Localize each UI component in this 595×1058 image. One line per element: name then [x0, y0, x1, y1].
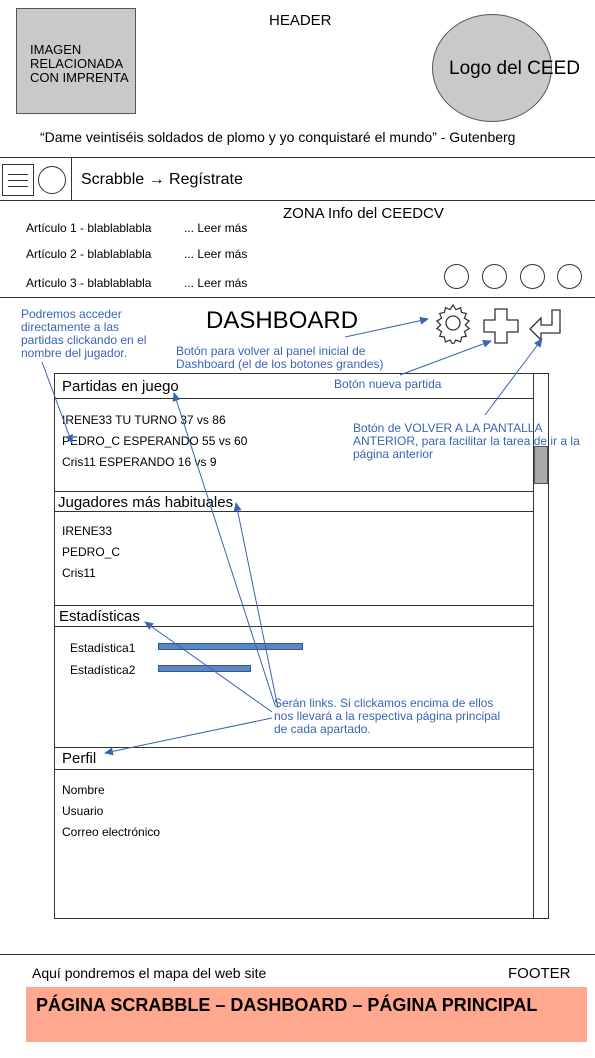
annotation-arrows: [41, 316, 543, 756]
footer-label: FOOTER: [508, 965, 571, 982]
page-title-banner: PÁGINA SCRABBLE – DASHBOARD – PÁGINA PRI…: [26, 987, 587, 1042]
arrow-new-game: [399, 340, 492, 376]
footer-divider: [0, 954, 595, 955]
arrow-links-games: [172, 392, 276, 706]
arrow-back-button: [484, 338, 543, 416]
arrow-players-link: [41, 361, 73, 444]
arrow-links-profile: [104, 717, 273, 756]
footer-sitemap-text: Aquí pondremos el mapa del web site: [32, 965, 267, 981]
arrow-home-button: [344, 316, 429, 338]
